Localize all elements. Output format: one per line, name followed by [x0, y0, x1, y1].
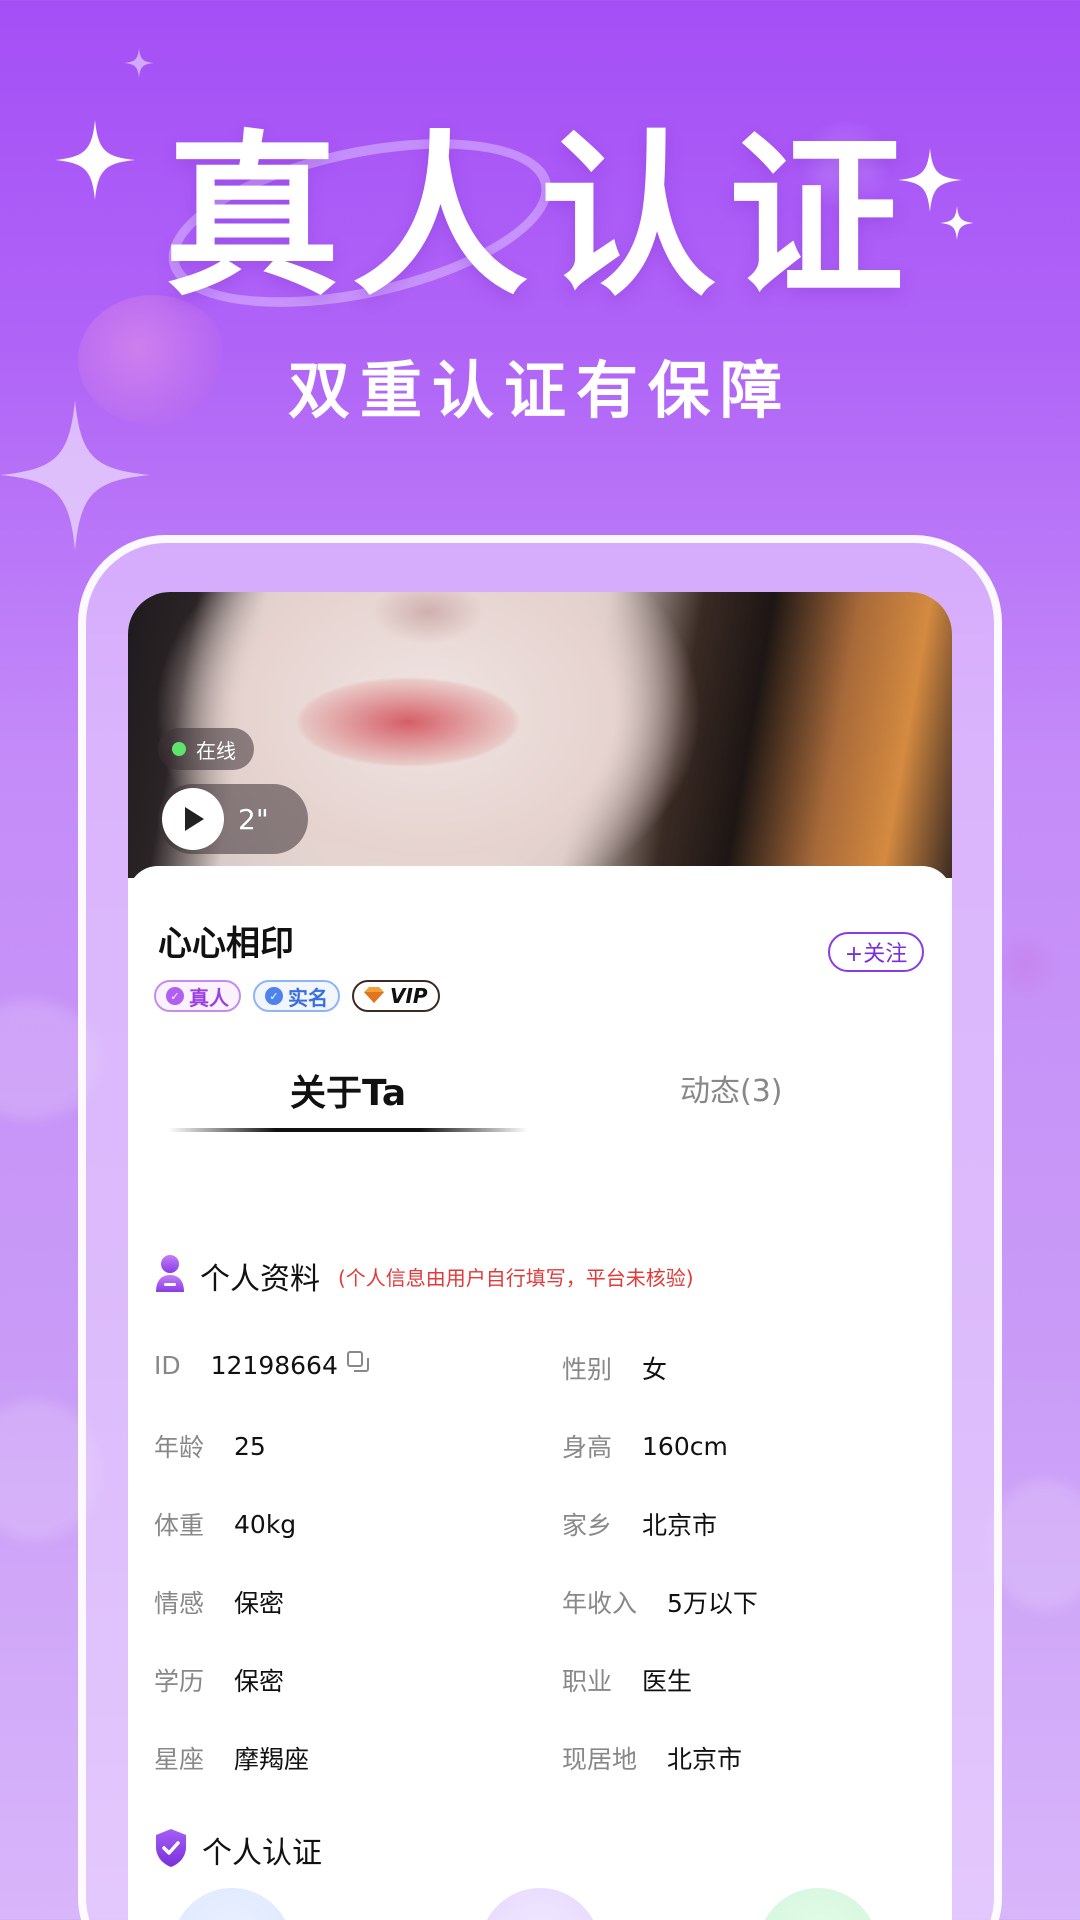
online-status-badge: 在线	[158, 728, 254, 770]
vip-badge: VIP	[352, 980, 440, 1012]
field-value: 40kg	[234, 1509, 297, 1539]
cert-item-icon[interactable]	[172, 1888, 292, 1920]
field-label: 体重	[154, 1511, 205, 1540]
field-value: 160cm	[642, 1431, 728, 1461]
vip-label: VIP	[390, 984, 428, 1008]
realname-badge: ✓ 实名	[253, 980, 340, 1012]
field-value: 保密	[234, 1589, 285, 1618]
hero-title: 真人认证	[163, 115, 916, 320]
play-icon[interactable]	[162, 788, 224, 850]
field-id: ID 12198664	[154, 1350, 370, 1380]
realname-label: 实名	[288, 985, 328, 1010]
field-value: 医生	[642, 1667, 693, 1696]
voice-intro-button[interactable]: 2"	[158, 784, 308, 854]
certification-items	[128, 1888, 952, 1920]
sparkle-icon	[124, 48, 154, 78]
field-value: 北京市	[642, 1511, 718, 1540]
tab-about[interactable]: 关于Ta	[290, 1064, 406, 1116]
certification-title: 个人认证	[202, 1836, 322, 1871]
field-education: 学历 保密	[154, 1662, 284, 1698]
online-dot-icon	[172, 742, 186, 756]
field-height: 身高 160cm	[562, 1428, 728, 1464]
field-value: 女	[642, 1355, 668, 1384]
nickname: 心心相印	[158, 924, 294, 964]
field-label: 年收入	[562, 1589, 638, 1618]
personal-info-title: 个人资料	[200, 1262, 320, 1297]
tab-moments[interactable]: 动态(3)	[680, 1066, 783, 1110]
field-label: 学历	[154, 1667, 205, 1696]
real-person-label: 真人	[189, 985, 229, 1010]
field-relationship: 情感 保密	[154, 1584, 284, 1620]
field-label: 职业	[562, 1667, 613, 1696]
cert-item-icon[interactable]	[758, 1888, 878, 1920]
personal-info-note: (个人信息由用户自行填写，平台未核验)	[338, 1265, 694, 1290]
diamond-icon	[364, 984, 384, 1008]
id-card-icon: ✓	[265, 987, 283, 1005]
shield-check-icon	[154, 1828, 188, 1872]
tab-active-indicator	[168, 1128, 528, 1132]
field-value: 12198664	[210, 1350, 338, 1380]
online-label: 在线	[196, 738, 236, 763]
field-residence: 现居地 北京市	[562, 1740, 742, 1776]
field-label: 年龄	[154, 1433, 205, 1462]
field-occupation: 职业 医生	[562, 1662, 692, 1698]
cert-item-icon[interactable]	[480, 1888, 600, 1920]
field-label: 星座	[154, 1745, 205, 1774]
certification-header: 个人认证	[154, 1828, 322, 1872]
real-person-badge: ✓ 真人	[154, 980, 241, 1012]
profile-screen: 在线 2" 心心相印 +关注 ✓ 真人 ✓ 实名 VIP 关于Ta 动态(3) …	[128, 592, 952, 1920]
field-label: 身高	[562, 1433, 613, 1462]
profile-info-panel: 心心相印 +关注 ✓ 真人 ✓ 实名 VIP 关于Ta 动态(3) 个人资料 (…	[128, 866, 952, 1920]
follow-button[interactable]: +关注	[828, 932, 924, 972]
cloud-decoration	[990, 1480, 1080, 1610]
badge-row: ✓ 真人 ✓ 实名 VIP	[154, 980, 440, 1012]
field-label: 家乡	[562, 1511, 613, 1540]
person-icon	[154, 1254, 186, 1298]
field-label: 性别	[562, 1355, 613, 1384]
personal-info-header: 个人资料 (个人信息由用户自行填写，平台未核验)	[154, 1254, 694, 1298]
field-value: 保密	[234, 1667, 285, 1696]
field-value: 5万以下	[667, 1589, 758, 1618]
field-age: 年龄 25	[154, 1428, 266, 1464]
field-label: 情感	[154, 1589, 205, 1618]
field-value: 摩羯座	[234, 1745, 310, 1774]
hero-subtitle: 双重认证有保障	[287, 354, 792, 427]
field-weight: 体重 40kg	[154, 1506, 296, 1542]
voice-duration: 2"	[238, 802, 269, 836]
copy-icon[interactable]	[346, 1350, 370, 1380]
field-value: 25	[234, 1431, 266, 1461]
profile-photo[interactable]: 在线 2"	[128, 592, 952, 878]
field-label: ID	[154, 1350, 181, 1380]
field-income: 年收入 5万以下	[562, 1584, 758, 1620]
field-zodiac: 星座 摩羯座	[154, 1740, 309, 1776]
field-gender: 性别 女	[562, 1350, 667, 1386]
verified-icon: ✓	[166, 987, 184, 1005]
field-hometown: 家乡 北京市	[562, 1506, 717, 1542]
field-value: 北京市	[667, 1745, 743, 1774]
field-label: 现居地	[562, 1745, 638, 1774]
